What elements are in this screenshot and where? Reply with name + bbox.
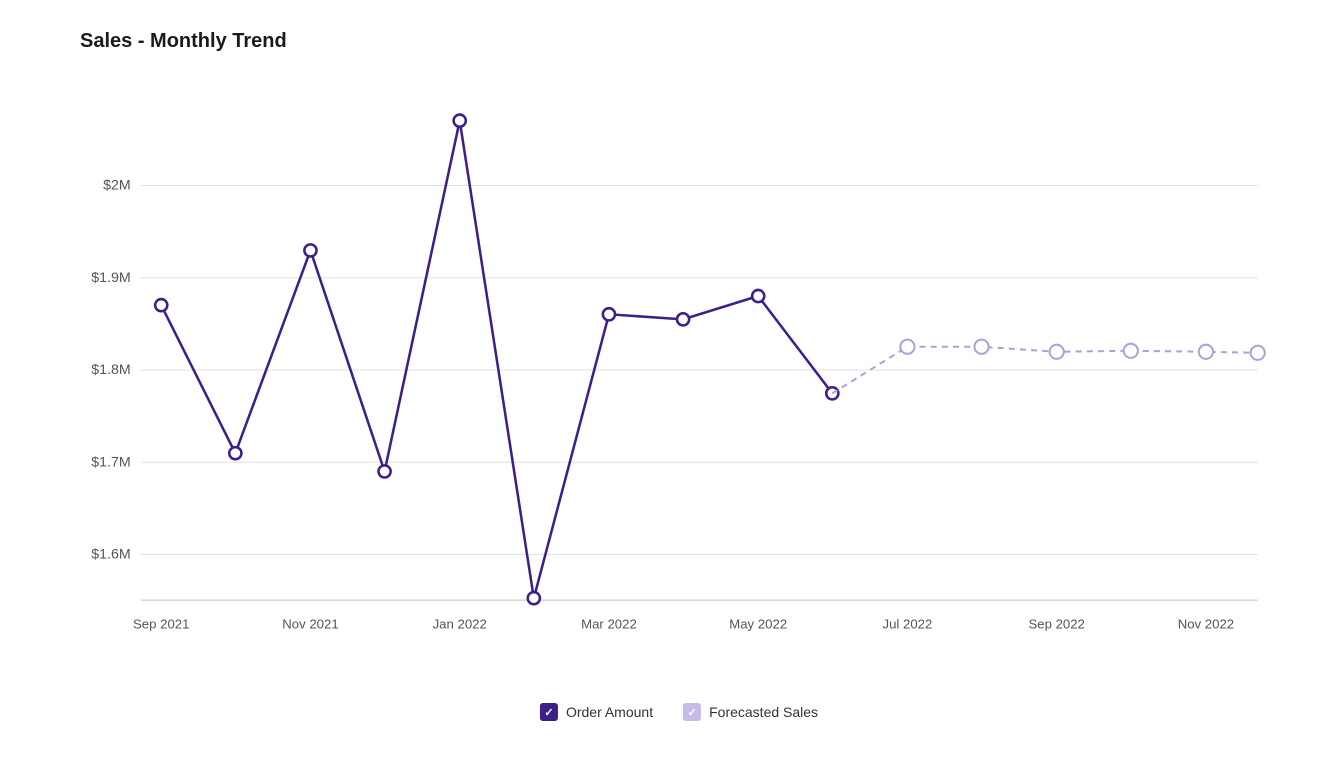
y-label-1_6m: $1.6M — [91, 547, 130, 563]
legend-forecast-icon: ✓ — [683, 703, 701, 721]
order-point-feb2022 — [528, 592, 540, 604]
x-label-nov2021: Nov 2021 — [282, 617, 338, 632]
x-label-jul2022: Jul 2022 — [883, 617, 933, 632]
order-point-jun2022 — [826, 387, 838, 399]
legend-order-label: Order Amount — [566, 704, 653, 720]
chart-title: Sales - Monthly Trend — [80, 30, 1278, 53]
order-point-may2022 — [752, 290, 764, 302]
order-point-dec2021 — [378, 465, 390, 477]
x-label-mar2022: Mar 2022 — [581, 617, 637, 632]
legend-order-check: ✓ — [544, 706, 553, 719]
forecast-point-dec2022 — [1251, 346, 1265, 360]
chart-svg: $2M $1.9M $1.8M $1.7M $1.6M Sep 2021 Nov… — [80, 73, 1278, 661]
forecast-point-jul2022 — [900, 340, 914, 354]
x-label-may2022: May 2022 — [729, 617, 787, 632]
forecast-point-nov2022 — [1199, 345, 1213, 359]
order-point-nov2021 — [304, 244, 316, 256]
x-label-nov2022: Nov 2022 — [1178, 617, 1234, 632]
legend-order-icon: ✓ — [540, 703, 558, 721]
order-amount-line — [161, 121, 832, 598]
x-label-sep2021: Sep 2021 — [133, 617, 189, 632]
order-point-oct2021 — [229, 447, 241, 459]
legend-forecast-label: Forecasted Sales — [709, 704, 818, 720]
legend-order-amount: ✓ Order Amount — [540, 703, 653, 721]
order-point-apr2022 — [677, 313, 689, 325]
forecast-point-sep2022 — [1050, 345, 1064, 359]
y-label-2m: $2M — [103, 178, 131, 194]
order-point-mar2022 — [603, 308, 615, 320]
forecast-point-oct2022 — [1124, 344, 1138, 358]
order-point-sep2021 — [155, 299, 167, 311]
forecast-point-aug2022 — [974, 340, 988, 354]
legend-forecast-check: ✓ — [687, 706, 696, 719]
y-label-1_9m: $1.9M — [91, 270, 130, 286]
chart-area: $2M $1.9M $1.8M $1.7M $1.6M Sep 2021 Nov… — [80, 73, 1278, 661]
y-label-1_8m: $1.8M — [91, 362, 130, 378]
x-label-jan2022: Jan 2022 — [433, 617, 487, 632]
chart-legend: ✓ Order Amount ✓ Forecasted Sales — [540, 703, 818, 721]
legend-forecast: ✓ Forecasted Sales — [683, 703, 818, 721]
chart-container: Sales - Monthly Trend $2M $1.9M $1.8M $1… — [0, 0, 1318, 758]
order-point-jan2022 — [454, 115, 466, 127]
x-label-sep2022: Sep 2022 — [1028, 617, 1084, 632]
y-label-1_7m: $1.7M — [91, 454, 130, 470]
